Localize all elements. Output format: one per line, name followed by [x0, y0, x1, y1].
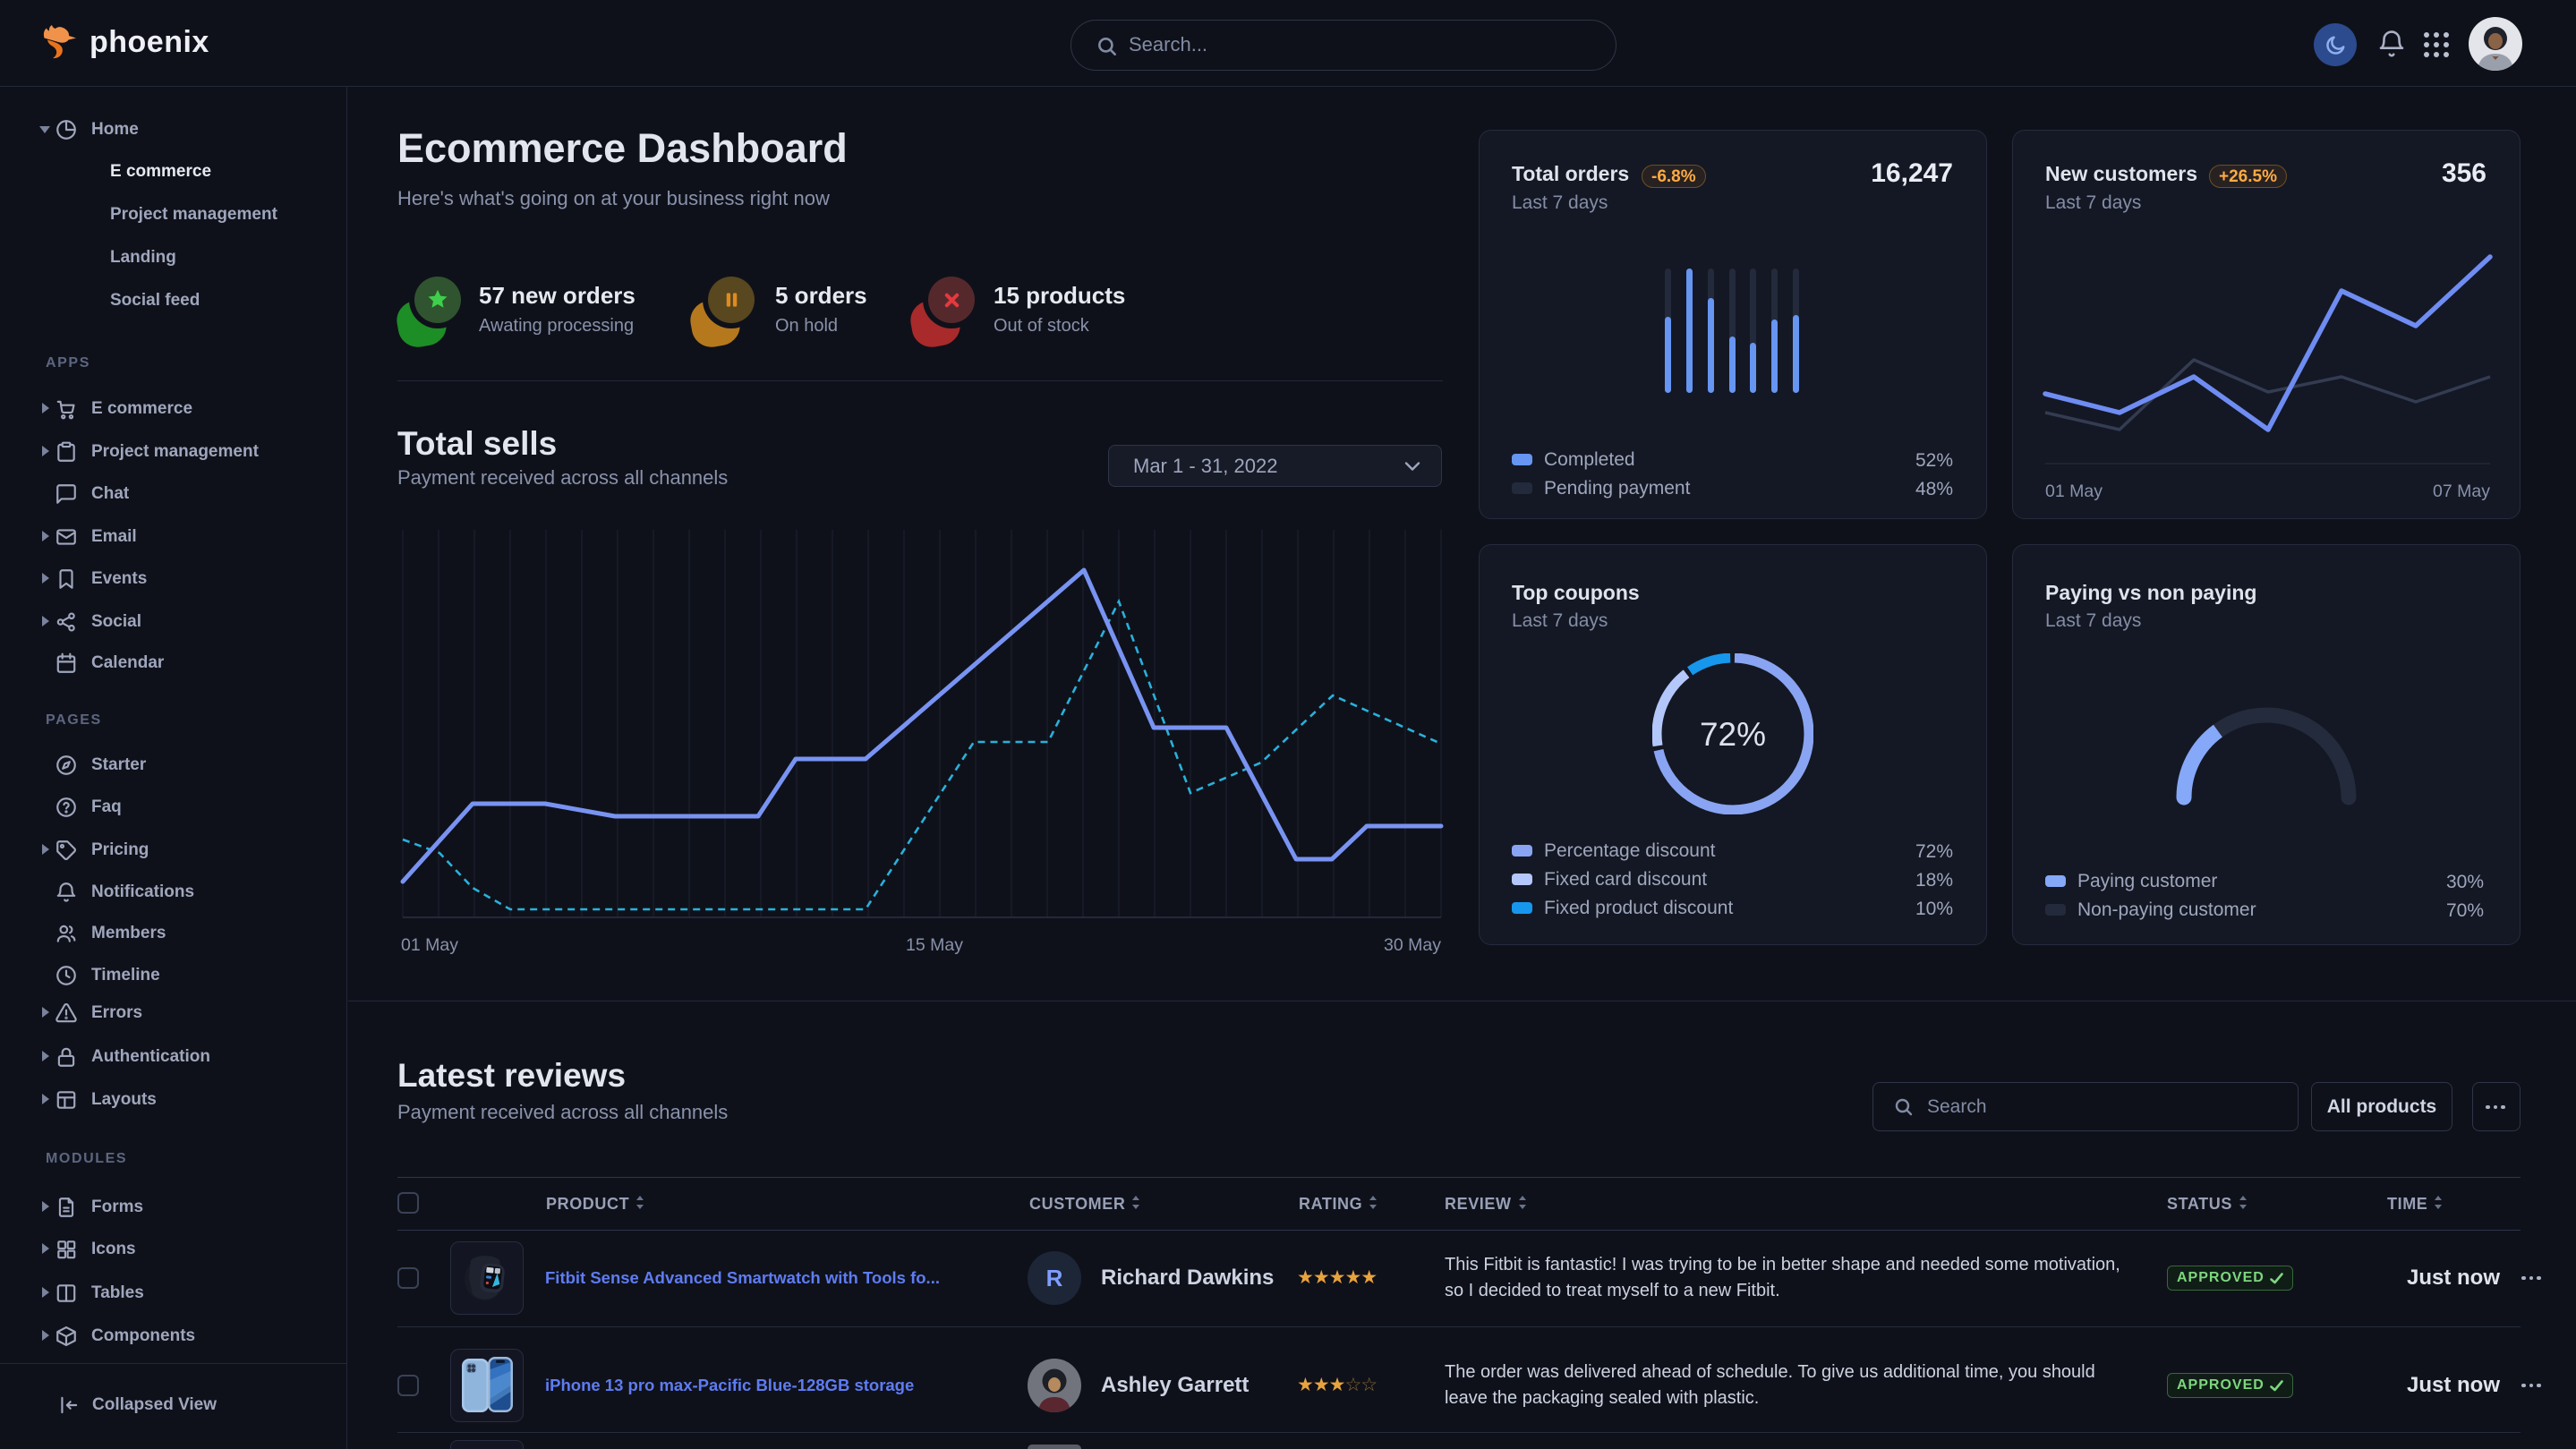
svg-text:01 May: 01 May [401, 935, 458, 955]
svg-text:72%: 72% [1700, 716, 1766, 753]
svg-text:01 May: 01 May [2045, 482, 2103, 501]
svg-text:15 May: 15 May [906, 935, 963, 955]
svg-text:07 May: 07 May [2433, 482, 2490, 501]
svg-text:30 May: 30 May [1384, 935, 1441, 955]
